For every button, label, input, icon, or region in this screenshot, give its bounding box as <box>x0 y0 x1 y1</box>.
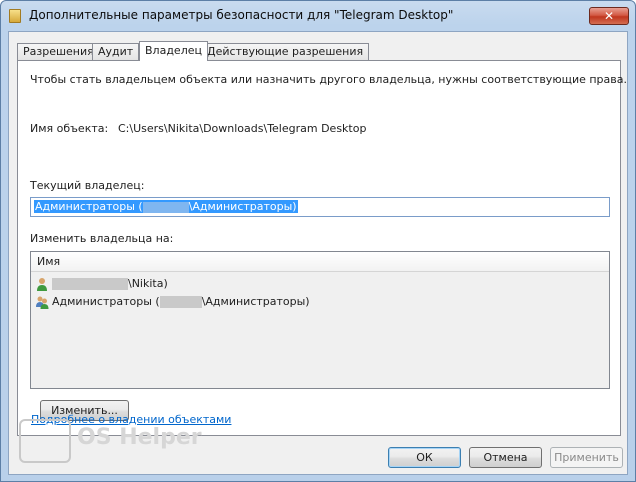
title-bar[interactable]: Дополнительные параметры безопасности дл… <box>1 1 635 31</box>
group-icon <box>36 296 49 309</box>
tab-effective-permissions[interactable]: Действующие разрешения <box>201 43 370 60</box>
current-owner-suffix: \Администраторы) <box>188 200 297 213</box>
current-owner-selection: Администраторы ( \Администраторы) <box>34 200 298 213</box>
owner-panel: Чтобы стать владельцем объекта или назна… <box>17 60 627 436</box>
list-column-name[interactable]: Имя <box>31 252 609 272</box>
security-dialog: Дополнительные параметры безопасности дл… <box>0 0 636 482</box>
tab-owner[interactable]: Владелец <box>139 41 208 61</box>
redacted-block <box>142 201 189 213</box>
dialog-client: Разрешения Аудит Владелец Действующие ра… <box>8 31 628 475</box>
watermark-logo <box>19 419 71 463</box>
object-name-value: C:\Users\Nikita\Downloads\Telegram Deskt… <box>118 122 367 135</box>
current-owner-field[interactable]: Администраторы ( \Администраторы) <box>30 197 610 217</box>
current-owner-prefix: Администраторы ( <box>35 200 143 213</box>
window-title: Дополнительные параметры безопасности дл… <box>29 8 454 22</box>
list-item-suffix: \Nikita) <box>128 277 168 290</box>
list-item-suffix: \Администраторы) <box>201 295 310 308</box>
tab-permissions[interactable]: Разрешения <box>17 43 100 60</box>
folder-icon <box>9 9 21 23</box>
list-item[interactable]: Администраторы ( \Администраторы) <box>35 294 310 310</box>
current-owner-label: Текущий владелец: <box>30 179 145 192</box>
apply-button[interactable]: Применить <box>550 447 623 468</box>
watermark-text: OS Helper <box>77 425 202 450</box>
redacted-block <box>159 296 202 308</box>
tab-audit[interactable]: Аудит <box>92 43 140 60</box>
list-item[interactable]: \Nikita) <box>35 276 168 292</box>
object-name-label: Имя объекта: <box>30 122 109 135</box>
ok-button[interactable]: ОК <box>388 447 461 468</box>
change-owner-label: Изменить владельца на: <box>30 232 174 245</box>
owner-candidates-list[interactable]: Имя \Nikita) Администраторы ( \Администра… <box>30 251 610 389</box>
list-item-prefix: Администраторы ( <box>52 295 160 308</box>
intro-text: Чтобы стать владельцем объекта или назна… <box>30 73 627 86</box>
cancel-button[interactable]: Отмена <box>469 447 542 468</box>
user-icon <box>37 278 47 291</box>
close-button[interactable]: ✕ <box>589 7 629 25</box>
redacted-block <box>52 278 128 290</box>
